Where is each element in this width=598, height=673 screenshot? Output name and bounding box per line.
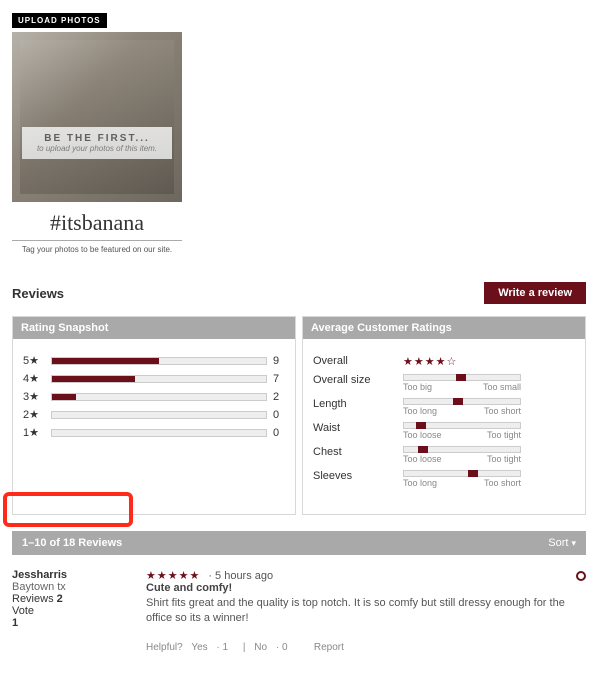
rating-bar-track: [51, 429, 267, 437]
fit-slider-right-caption: Too short: [484, 478, 521, 488]
rating-bar-row[interactable]: 3★ 2: [23, 390, 285, 403]
reviewer-vote-count: 1: [12, 617, 132, 629]
fit-slider-track: [403, 446, 521, 453]
fit-slider-left-caption: Too big: [403, 382, 432, 392]
fit-slider-label: Overall size: [313, 374, 393, 386]
fit-slider-left-caption: Too long: [403, 406, 437, 416]
pagination-text: 1–10 of 18 Reviews: [22, 537, 122, 549]
fit-slider-row: Overall size Too big Too small: [313, 374, 575, 392]
fit-slider-label: Waist: [313, 422, 393, 434]
review-text: Shirt fits great and the quality is top …: [146, 596, 586, 626]
rating-bar-label: 4★: [23, 372, 45, 385]
fit-slider-right-caption: Too short: [484, 406, 521, 416]
reviewer-location: Baytown tx: [12, 581, 132, 593]
rating-bar-track: [51, 375, 267, 383]
hashtag-text: #itsbanana: [12, 210, 182, 241]
report-link[interactable]: Report: [314, 642, 344, 653]
average-ratings-title: Average Customer Ratings: [303, 317, 585, 339]
fit-slider-row: Waist Too loose Too tight: [313, 422, 575, 440]
overall-stars: ★★★★☆: [403, 355, 457, 368]
reviewer-vote-label: Vote: [12, 605, 132, 617]
sort-dropdown[interactable]: Sort: [548, 537, 576, 549]
rating-bar-count: 2: [273, 391, 285, 403]
upload-photos-block: UPLOAD PHOTOS BE THE FIRST... to upload …: [12, 12, 182, 254]
fit-slider-row: Chest Too loose Too tight: [313, 446, 575, 464]
rating-bar-count: 9: [273, 355, 285, 367]
fit-slider-right-caption: Too small: [483, 382, 521, 392]
fit-slider-left-caption: Too loose: [403, 454, 442, 464]
fit-slider-right-caption: Too tight: [487, 430, 521, 440]
fit-slider-left-caption: Too loose: [403, 430, 442, 440]
rating-bar-label: 3★: [23, 390, 45, 403]
rating-bar-label: 1★: [23, 426, 45, 439]
rating-bar-label: 5★: [23, 354, 45, 367]
rating-bar-label: 2★: [23, 408, 45, 421]
fit-slider-row: Sleeves Too long Too short: [313, 470, 575, 488]
rating-bar-row[interactable]: 2★ 0: [23, 408, 285, 421]
rating-bar-track: [51, 411, 267, 419]
rating-snapshot-panel: Rating Snapshot 5★ 9 4★ 7 3★ 2 2★ 0 1★ 0: [12, 316, 296, 515]
fit-slider-right-caption: Too tight: [487, 454, 521, 464]
fit-slider-left-caption: Too long: [403, 478, 437, 488]
fit-slider-track: [403, 470, 521, 477]
helpful-label: Helpful?: [146, 642, 183, 653]
helpful-yes-button[interactable]: Yes · 1: [191, 642, 234, 653]
rating-bar-row[interactable]: 1★ 0: [23, 426, 285, 439]
fit-slider-track: [403, 374, 521, 381]
reviewer-name[interactable]: Jessharris: [12, 569, 132, 581]
badge-icon: [576, 571, 586, 581]
rating-bar-count: 0: [273, 409, 285, 421]
reviews-heading: Reviews: [12, 286, 64, 301]
rating-bar-track: [51, 393, 267, 401]
fit-slider-label: Length: [313, 398, 393, 410]
rating-snapshot-title: Rating Snapshot: [13, 317, 295, 339]
review-title: Cute and comfy!: [146, 582, 586, 594]
review-age: · 5 hours ago: [208, 570, 273, 582]
rating-bar-count: 7: [273, 373, 285, 385]
fit-slider-label: Chest: [313, 446, 393, 458]
tagline-text: Tag your photos to be featured on our si…: [12, 245, 182, 254]
rating-bar-row[interactable]: 4★ 7: [23, 372, 285, 385]
photo-placeholder[interactable]: BE THE FIRST... to upload your photos of…: [12, 32, 182, 202]
be-first-title: BE THE FIRST...: [26, 133, 168, 144]
review-stars: ★★★★★: [146, 569, 200, 582]
fit-slider-track: [403, 422, 521, 429]
helpful-no-button[interactable]: No · 0: [254, 642, 293, 653]
fit-slider-track: [403, 398, 521, 405]
overall-label: Overall: [313, 355, 393, 367]
rating-bar-row[interactable]: 5★ 9: [23, 354, 285, 367]
fit-slider-label: Sleeves: [313, 470, 393, 482]
be-first-overlay: BE THE FIRST... to upload your photos of…: [22, 127, 172, 159]
upload-photos-button[interactable]: UPLOAD PHOTOS: [12, 13, 107, 28]
be-first-subtitle: to upload your photos of this item.: [26, 144, 168, 153]
fit-slider-row: Length Too long Too short: [313, 398, 575, 416]
reviewer-reviews-count: Reviews 2: [12, 593, 132, 605]
annotation-highlight: [3, 492, 133, 527]
rating-bar-count: 0: [273, 427, 285, 439]
average-ratings-panel: Average Customer Ratings Overall ★★★★☆ O…: [302, 316, 586, 515]
rating-bar-track: [51, 357, 267, 365]
write-review-button[interactable]: Write a review: [484, 282, 586, 304]
